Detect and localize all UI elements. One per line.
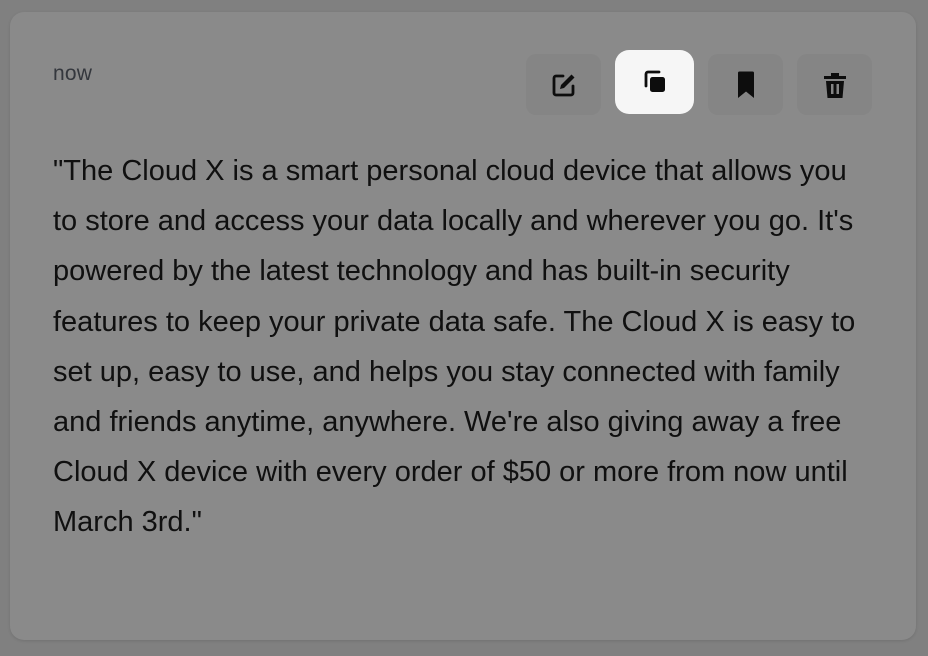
copy-button[interactable] [615,50,694,114]
edit-icon [550,71,578,99]
delete-button[interactable] [797,54,872,115]
trash-icon [821,70,849,100]
message-card: now "The Cloud X is a smart personal clo… [10,12,916,640]
bookmark-icon [732,70,760,100]
bookmark-button[interactable] [708,54,783,115]
edit-button[interactable] [526,54,601,115]
action-toolbar [526,50,872,115]
copy-icon [641,68,669,96]
message-text: "The Cloud X is a smart personal cloud d… [53,155,856,539]
timestamp: now [53,62,93,85]
